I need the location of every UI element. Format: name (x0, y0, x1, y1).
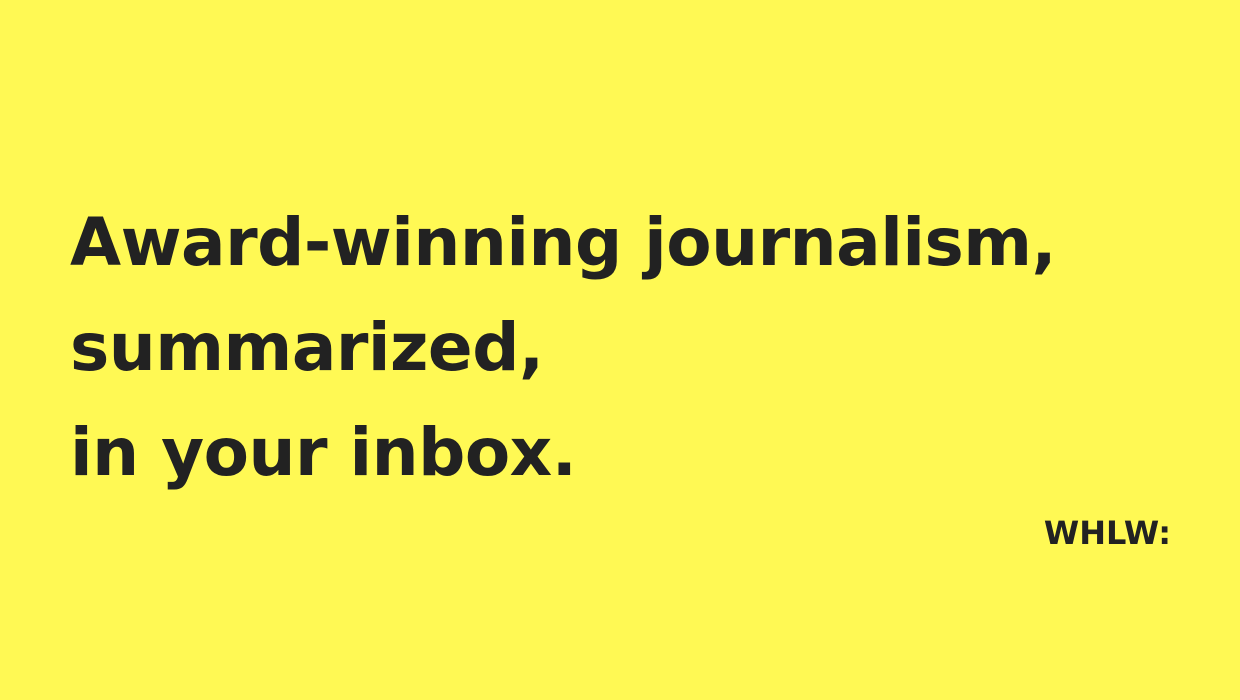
headline: Award-winning journalism, summarized, in… (70, 190, 1057, 505)
headline-line-1: Award-winning journalism, (70, 204, 1057, 281)
headline-line-2: summarized, (70, 309, 544, 386)
brand-wordmark: WHLW: (1043, 514, 1171, 552)
headline-line-3: in your inbox. (70, 414, 577, 491)
